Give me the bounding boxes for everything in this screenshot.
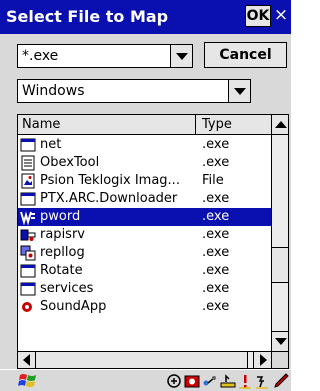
file-name: net	[40, 137, 62, 152]
chevron-down-icon[interactable]	[228, 80, 250, 102]
window-title: Select File to Map	[6, 7, 169, 26]
pen-icon[interactable]	[273, 373, 289, 389]
list-item[interactable]: services .exe	[18, 280, 271, 298]
close-button[interactable]: ×	[272, 5, 290, 27]
dialog-body: *.exe Cancel Windows Name Type net .exe …	[0, 34, 291, 369]
file-name: Rotate	[40, 263, 83, 278]
file-name: repllog	[40, 245, 85, 260]
file-type: .exe	[202, 299, 230, 314]
network-icon[interactable]	[166, 373, 182, 389]
notepad-icon	[21, 155, 35, 171]
windows-flag-icon[interactable]	[18, 372, 38, 390]
file-type: .exe	[202, 263, 230, 278]
window-icon	[20, 264, 36, 278]
file-name: ObexTool	[40, 155, 100, 170]
scrollbar-corner	[271, 351, 288, 368]
file-type-filter-value: *.exe	[22, 48, 59, 64]
file-type: .exe	[202, 191, 230, 206]
input-icon[interactable]	[254, 373, 270, 389]
connection-icon[interactable]	[202, 373, 218, 389]
window-icon	[20, 192, 36, 206]
list-item[interactable]: PTX.ARC.Downloader .exe	[18, 190, 271, 208]
file-name: PTX.ARC.Downloader	[40, 191, 178, 206]
battery-icon[interactable]	[184, 373, 200, 389]
window-icon	[20, 282, 36, 296]
folder-dropdown[interactable]: Windows	[17, 79, 251, 103]
vertical-scrollbar[interactable]	[271, 115, 288, 351]
file-type: .exe	[202, 137, 230, 152]
file-type-filter-dropdown[interactable]: *.exe	[17, 44, 193, 68]
keyboard-icon[interactable]	[220, 373, 236, 389]
vertical-scroll-thumb[interactable]	[272, 247, 288, 283]
column-header-name[interactable]: Name	[18, 115, 196, 135]
scroll-up-icon[interactable]	[272, 115, 288, 135]
scroll-left-icon[interactable]	[18, 352, 36, 368]
list-item[interactable]: net .exe	[18, 136, 271, 154]
title-bar: Select File to Map OK ×	[0, 0, 291, 34]
image-file-icon	[21, 173, 35, 189]
cancel-button[interactable]: Cancel	[204, 42, 287, 68]
file-type: .exe	[202, 155, 230, 170]
sound-icon	[22, 302, 32, 312]
sync-icon	[20, 245, 36, 261]
file-type: .exe	[202, 209, 230, 224]
list-item[interactable]: Psion Teklogix Imag... File	[18, 172, 271, 190]
list-item-selected[interactable]: pword .exe	[18, 208, 271, 226]
ok-button[interactable]: OK	[245, 5, 271, 27]
list-item[interactable]: repllog .exe	[18, 244, 271, 262]
file-name: Psion Teklogix Imag...	[40, 173, 180, 188]
file-type: .exe	[202, 281, 230, 296]
warning-icon[interactable]	[237, 373, 253, 389]
list-item[interactable]: rapisrv .exe	[18, 226, 271, 244]
file-type: .exe	[202, 227, 230, 242]
file-name: rapisrv	[40, 227, 85, 242]
file-type: File	[202, 173, 224, 188]
list-item[interactable]: ObexTool .exe	[18, 154, 271, 172]
file-type: .exe	[202, 245, 230, 260]
horizontal-scroll-thumb[interactable]	[36, 352, 248, 368]
rapi-icon	[20, 229, 36, 241]
chevron-down-icon[interactable]	[170, 45, 192, 67]
window-icon	[20, 138, 36, 152]
taskbar	[0, 369, 291, 391]
scroll-right-icon[interactable]	[253, 352, 271, 368]
folder-value: Windows	[22, 83, 85, 99]
column-header-type[interactable]: Type	[196, 115, 271, 135]
file-name: SoundApp	[40, 299, 107, 314]
file-name: pword	[40, 209, 81, 224]
scroll-down-icon[interactable]	[272, 331, 288, 351]
list-item[interactable]: Rotate .exe	[18, 262, 271, 280]
horizontal-scrollbar[interactable]	[18, 351, 271, 368]
list-item[interactable]: SoundApp .exe	[18, 298, 271, 316]
word-icon	[20, 210, 36, 225]
file-name: services	[40, 281, 94, 296]
file-list[interactable]: Name Type net .exe ObexTool .exe Psion T…	[17, 114, 289, 369]
